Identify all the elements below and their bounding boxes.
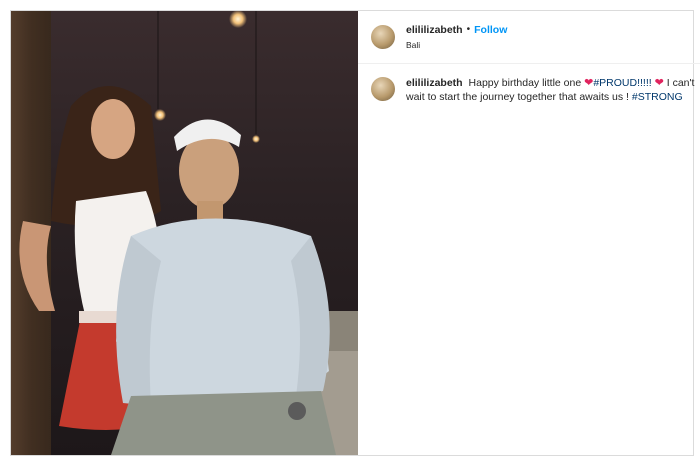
header-info: elililizabeth • Follow Bali (406, 24, 507, 50)
instagram-post: elililizabeth • Follow Bali elililizabet… (10, 10, 700, 456)
caption-text-1: Happy birthday little one (468, 77, 582, 89)
post-photo[interactable] (11, 11, 358, 455)
hashtag-link[interactable]: #STRONG (632, 91, 683, 103)
caption-username-link[interactable]: elililizabeth (406, 77, 463, 89)
heart-icon: ❤ (584, 77, 594, 89)
post-photo-illustration (11, 11, 358, 455)
hashtag-link[interactable]: #PROUD!!!!! (593, 77, 651, 89)
woman-face (91, 99, 135, 159)
avatar[interactable] (371, 25, 395, 49)
man-camo-shorts (111, 391, 336, 455)
post-header: elililizabeth • Follow Bali (358, 11, 700, 64)
separator-dot: • (466, 24, 471, 36)
post-sidebar: elililizabeth • Follow Bali elililizabet… (358, 11, 700, 455)
caption: elililizabeth Happy birthday little one … (358, 64, 700, 104)
username-link[interactable]: elililizabeth (406, 24, 463, 37)
wristwatch (288, 402, 306, 420)
heart-icon: ❤ (654, 77, 664, 89)
ceiling-light (229, 11, 247, 28)
follow-button[interactable]: Follow (474, 24, 507, 37)
header-row: elililizabeth • Follow (406, 24, 507, 37)
caption-avatar[interactable] (371, 77, 395, 101)
location-link[interactable]: Bali (406, 40, 507, 50)
caption-text: elililizabeth Happy birthday little one … (406, 76, 700, 104)
hanging-bulb (154, 109, 166, 121)
